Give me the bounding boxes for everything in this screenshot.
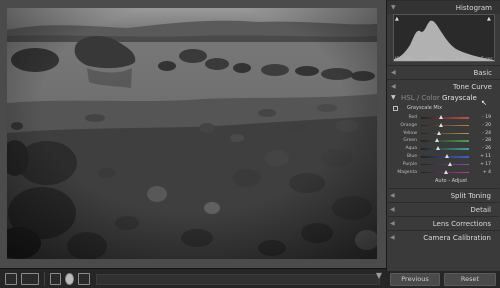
camera-calibration-title: Camera Calibration <box>423 234 491 242</box>
mix-value[interactable]: - 26 <box>473 145 491 152</box>
mix-value[interactable]: + 11 <box>473 153 491 160</box>
expand-arrow-icon: ◀ <box>390 234 395 241</box>
mix-slider-track[interactable] <box>421 122 469 127</box>
basic-panel-header[interactable]: ◀ Basic <box>387 65 500 79</box>
mix-slider-thumb[interactable] <box>439 122 444 127</box>
mix-slider-thumb[interactable] <box>435 138 440 143</box>
mix-slider-track[interactable] <box>421 146 469 151</box>
mix-row-blue: Blue + 11 <box>393 153 494 160</box>
expand-arrow-icon: ◀ <box>390 192 395 199</box>
shadow-clipping-icon[interactable]: ▲ <box>395 16 399 22</box>
mix-row-aqua: Aqua - 26 <box>393 145 494 152</box>
mix-row-orange: Orange - 20 <box>393 122 494 129</box>
toolbar-divider <box>44 272 45 286</box>
histogram-panel-header[interactable]: ▼ Histogram <box>387 0 500 14</box>
detail-panel-header[interactable]: ◀ Detail <box>386 202 499 216</box>
mix-label: Orange <box>400 122 417 128</box>
collapse-arrow-icon: ▼ <box>391 4 396 11</box>
focal-length-value: 12 mm <box>426 57 443 62</box>
mix-slider-thumb[interactable] <box>439 115 444 119</box>
mix-slider-track[interactable] <box>421 161 469 166</box>
split-toning-title: Split Toning <box>450 192 491 200</box>
mix-label: Red <box>408 115 417 120</box>
mix-slider-track[interactable] <box>421 169 469 174</box>
mix-row-purple: Purple + 17 <box>393 161 494 168</box>
mix-label: Green <box>403 138 417 144</box>
lens-corrections-title: Lens Corrections <box>432 220 491 228</box>
mix-slider-track[interactable] <box>421 138 469 143</box>
tone-curve-panel-header[interactable]: ◀ Tone Curve <box>387 79 500 93</box>
mix-slider-thumb[interactable] <box>445 154 450 158</box>
mix-value[interactable]: - 28 <box>473 137 491 144</box>
mix-slider-track[interactable] <box>421 154 469 158</box>
grayscale-mix-section: Grayscale Mix Red - 19 Orange - 20 Yellow - 2… <box>393 105 494 184</box>
mix-label: Blue <box>407 154 417 159</box>
mix-value[interactable]: - 19 <box>473 114 491 121</box>
mix-slider-thumb[interactable] <box>437 130 442 135</box>
expand-arrow-icon: ◀ <box>391 69 396 76</box>
toolbar-options-bar[interactable] <box>96 274 380 285</box>
chevron-down-icon[interactable]: ▼ <box>376 271 382 280</box>
loupe-view-icon[interactable] <box>5 273 17 285</box>
targeted-adjustment-icon[interactable] <box>393 106 398 111</box>
mix-slider-thumb[interactable] <box>436 146 441 151</box>
tab-hsl-color[interactable]: HSL / Color <box>401 92 440 104</box>
mix-label: Magenta <box>397 169 417 175</box>
histogram-camera-info: ISO 100 12 mm f / 10 5 sec <box>393 57 495 62</box>
histogram-title: Histogram <box>455 4 492 12</box>
lens-corrections-panel-header[interactable]: ◀ Lens Corrections <box>386 216 499 230</box>
shutter-value: 5 sec <box>481 57 493 62</box>
mix-label: Purple <box>402 161 417 167</box>
collapse-arrow-icon: ▼ <box>391 94 396 101</box>
bottom-toolbar: ▼ <box>0 268 386 288</box>
iso-value: ISO 100 <box>395 57 413 62</box>
red-eye-icon[interactable] <box>78 273 90 285</box>
detail-title: Detail <box>470 206 491 214</box>
grayscale-lake-photo <box>7 8 377 259</box>
mix-value[interactable]: + 17 <box>473 161 491 168</box>
before-after-view-icon[interactable] <box>21 273 39 285</box>
mix-label: Yellow <box>403 130 417 136</box>
mix-row-red: Red - 19 <box>393 114 494 121</box>
mix-row-yellow: Yellow - 24 <box>393 130 494 137</box>
mix-row-green: Green - 28 <box>393 137 494 144</box>
photo-preview[interactable] <box>7 8 377 259</box>
mix-value[interactable]: + 4 <box>473 169 491 176</box>
mix-row-magenta: Magenta + 4 <box>393 169 494 176</box>
mix-value[interactable]: - 20 <box>473 122 491 129</box>
split-toning-panel-header[interactable]: ◀ Split Toning <box>386 188 499 202</box>
reset-button[interactable]: Reset <box>444 273 496 286</box>
mix-slider-thumb[interactable] <box>447 161 452 166</box>
mix-slider-track[interactable] <box>421 130 469 135</box>
lightroom-develop-window: ▼ ▼ Histogram ▲ ▲ ISO 100 12 mm f / 10 5… <box>0 0 500 288</box>
panel-bottom-buttons: Previous Reset <box>386 271 500 288</box>
highlight-clipping-icon[interactable]: ▲ <box>487 16 491 22</box>
expand-arrow-icon: ◀ <box>390 220 395 227</box>
mix-value[interactable]: - 24 <box>473 130 491 137</box>
auto-adjust-button[interactable]: Auto - Adjust <box>435 178 467 184</box>
histogram-graph <box>393 14 495 62</box>
grayscale-mix-title: Grayscale Mix <box>407 105 443 111</box>
mix-slider-track[interactable] <box>421 115 469 119</box>
spot-removal-icon[interactable] <box>65 273 74 285</box>
tone-curve-title: Tone Curve <box>453 83 492 91</box>
crop-overlay-icon[interactable] <box>50 273 61 285</box>
basic-title: Basic <box>473 69 492 77</box>
expand-arrow-icon: ◀ <box>390 206 395 213</box>
camera-calibration-panel-header[interactable]: ◀ Camera Calibration <box>386 230 499 244</box>
histogram-curve <box>394 20 494 62</box>
aperture-value: f / 10 <box>455 57 468 62</box>
mix-label: Aqua <box>405 146 417 152</box>
mix-slider-thumb[interactable] <box>443 169 448 174</box>
tab-grayscale[interactable]: Grayscale <box>442 92 477 104</box>
previous-button[interactable]: Previous <box>390 273 440 286</box>
image-view-area <box>0 0 386 268</box>
